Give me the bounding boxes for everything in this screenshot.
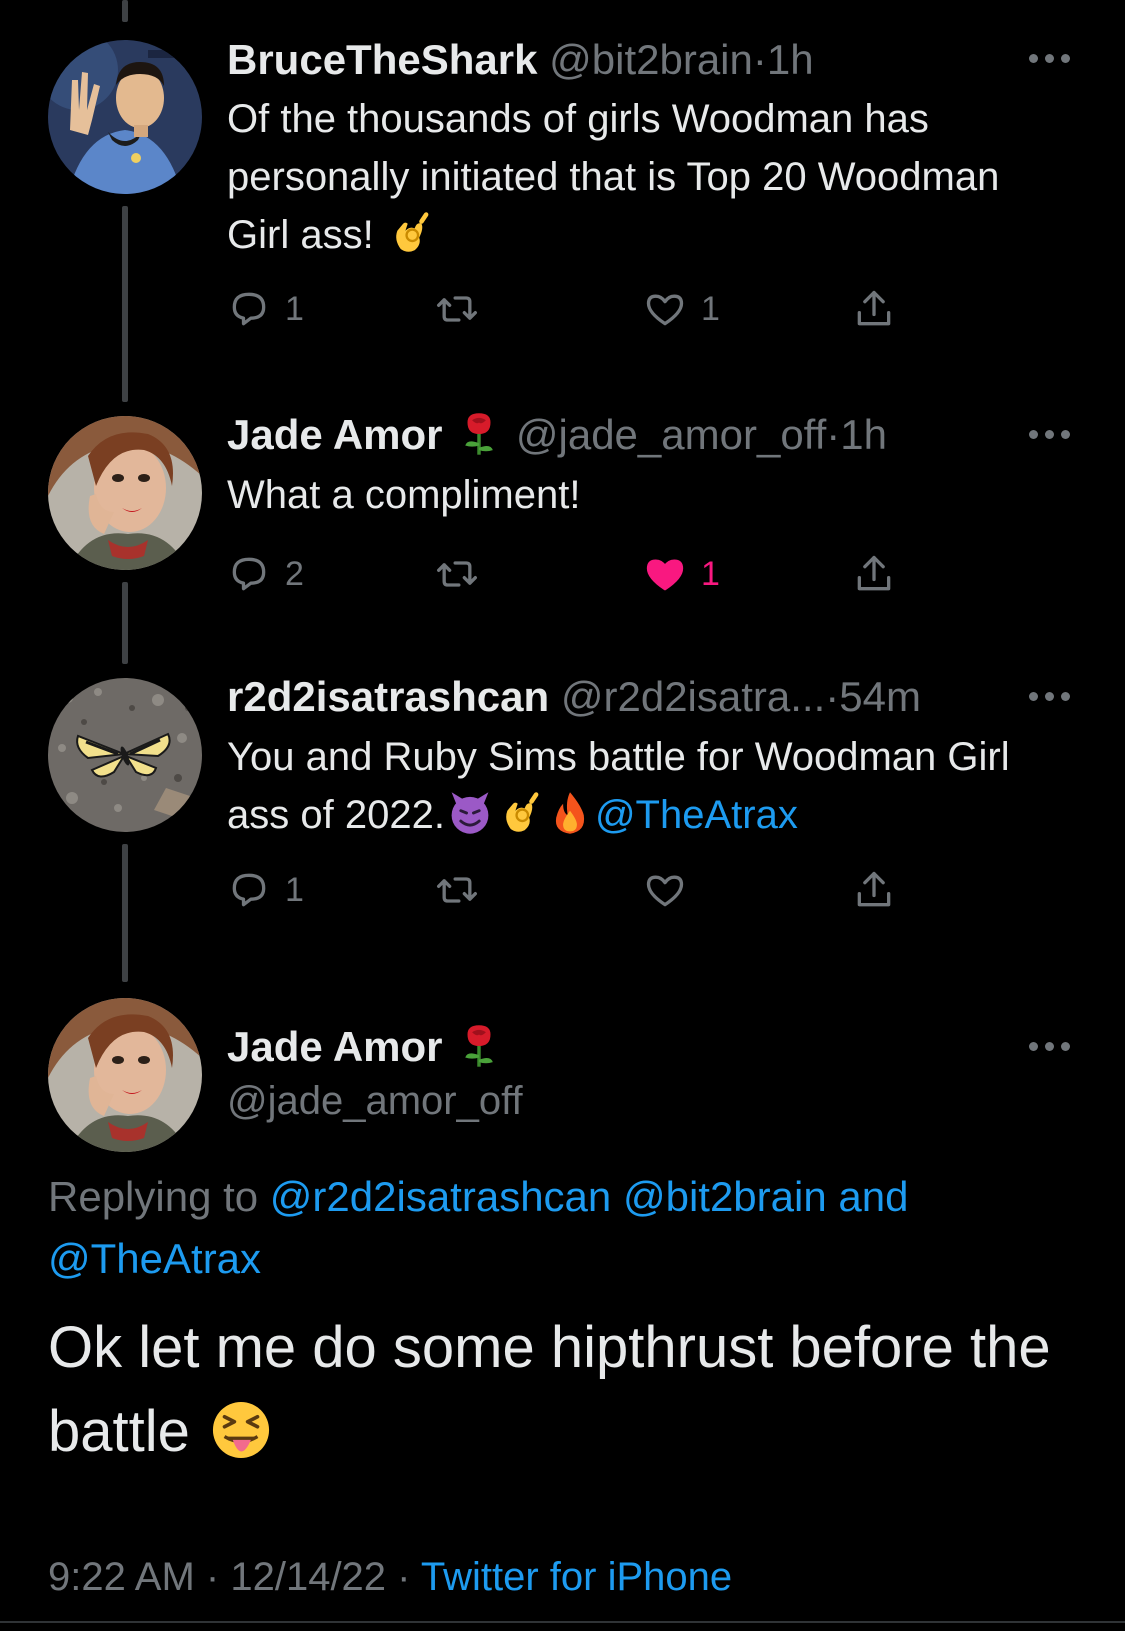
share-button[interactable] xyxy=(852,866,896,914)
avatar[interactable] xyxy=(48,998,202,1152)
meta-separator: · xyxy=(752,36,767,83)
reply-button[interactable]: 2 xyxy=(227,550,304,598)
smiling-imp-emoji xyxy=(447,790,493,836)
share-button[interactable] xyxy=(852,550,896,598)
reply-button[interactable]: 1 xyxy=(227,866,304,914)
more-options-icon[interactable] xyxy=(1027,426,1073,442)
avatar-jade-image xyxy=(48,416,202,570)
thread-connector-3 xyxy=(122,844,128,982)
mention-link[interactable]: @r2d2isatrashcan xyxy=(270,1173,611,1220)
action-bar: 1 xyxy=(227,866,947,914)
share-icon xyxy=(857,290,891,326)
avatar[interactable] xyxy=(48,416,202,570)
avatar-spock-image xyxy=(48,40,202,194)
ok-hand-emoji xyxy=(387,210,433,256)
tweet-body: What a compliment! xyxy=(227,473,581,517)
reply-count: 2 xyxy=(285,554,304,593)
replying-prefix: Replying to xyxy=(48,1173,259,1220)
rose-emoji xyxy=(456,1023,502,1069)
reply-header: r2d2isatrashcan @r2d2isatra...·54m xyxy=(227,672,921,722)
reply-icon xyxy=(232,557,266,591)
replying-to: Replying to @r2d2isatrashcan @bit2brain … xyxy=(48,1166,1068,1290)
like-button[interactable]: 1 xyxy=(643,285,720,333)
squinting-face-with-tongue-emoji xyxy=(208,1397,274,1463)
retweet-icon xyxy=(437,877,477,903)
handle[interactable]: @r2d2isatra... xyxy=(561,673,825,720)
tweet-timestamp: 9:22 AM · 12/14/22 · Twitter for iPhone xyxy=(48,1552,732,1602)
handle[interactable]: @jade_amor_off xyxy=(227,1076,523,1126)
main-tweet-text: Ok let me do some hipthrust before the b… xyxy=(48,1306,1088,1474)
tweet-text: Of the thousands of girls Woodman has pe… xyxy=(227,90,1057,264)
retweet-button[interactable] xyxy=(435,285,479,333)
like-count: 1 xyxy=(701,289,720,328)
more-options-icon[interactable] xyxy=(1027,1038,1073,1054)
display-name[interactable]: Jade Amor xyxy=(227,411,443,458)
tweet-body: Ok let me do some hipthrust before the b… xyxy=(48,1315,1051,1464)
tweet-text: What a compliment! xyxy=(227,466,1057,524)
thread-connector-top xyxy=(122,0,128,22)
fire-emoji xyxy=(547,790,593,836)
avatar-butterfly-image xyxy=(48,678,202,832)
action-bar: 1 1 xyxy=(227,285,947,333)
action-bar: 2 1 xyxy=(227,550,947,598)
meta-separator: · xyxy=(826,411,841,458)
ok-hand-emoji xyxy=(497,790,543,836)
reply-icon xyxy=(232,873,266,907)
like-button[interactable]: 1 xyxy=(643,550,720,598)
timestamp[interactable]: 1h xyxy=(840,411,887,458)
timestamp[interactable]: 54m xyxy=(839,673,921,720)
main-name-line: Jade Amor xyxy=(227,1022,504,1072)
more-options-icon[interactable] xyxy=(1027,688,1073,704)
handle[interactable]: @bit2brain xyxy=(549,36,753,83)
thread-connector-1 xyxy=(122,206,128,402)
like-count: 1 xyxy=(701,554,720,593)
divider xyxy=(0,1621,1125,1623)
reply-header: Jade Amor @jade_amor_off·1h xyxy=(227,410,887,460)
handle[interactable]: @jade_amor_off xyxy=(516,411,826,458)
heart-outline-icon xyxy=(646,294,684,326)
mention-link[interactable]: @TheAtrax xyxy=(595,793,798,837)
share-button[interactable] xyxy=(852,285,896,333)
retweet-icon xyxy=(437,296,477,322)
tweet-text: You and Ruby Sims battle for Woodman Gir… xyxy=(227,728,1057,844)
reply-count: 1 xyxy=(285,289,304,328)
retweet-button[interactable] xyxy=(435,550,479,598)
source-link[interactable]: Twitter for iPhone xyxy=(421,1555,732,1599)
meta-separator: · xyxy=(205,1555,220,1599)
display-name[interactable]: Jade Amor xyxy=(227,1023,443,1070)
mention-link[interactable]: @TheAtrax xyxy=(48,1235,261,1282)
post-date[interactable]: 12/14/22 xyxy=(230,1555,386,1599)
thread-connector-2 xyxy=(122,582,128,664)
retweet-icon xyxy=(437,561,477,587)
avatar[interactable] xyxy=(48,40,202,194)
avatar[interactable] xyxy=(48,678,202,832)
rose-emoji xyxy=(456,411,502,457)
like-button[interactable] xyxy=(643,866,687,914)
more-options-icon[interactable] xyxy=(1027,50,1073,66)
meta-separator: · xyxy=(825,673,840,720)
mention-link[interactable]: @bit2brain xyxy=(623,1173,827,1220)
reply-header: BruceTheShark @bit2brain·1h xyxy=(227,35,814,85)
heart-outline-icon xyxy=(646,875,684,907)
meta-separator: · xyxy=(397,1555,411,1599)
heart-filled-icon xyxy=(646,559,684,591)
reply-button[interactable]: 1 xyxy=(227,285,304,333)
avatar-jade-image xyxy=(48,998,202,1152)
retweet-button[interactable] xyxy=(435,866,479,914)
post-time[interactable]: 9:22 AM xyxy=(48,1555,195,1599)
timestamp[interactable]: 1h xyxy=(767,36,814,83)
reply-count: 1 xyxy=(285,870,304,909)
share-icon xyxy=(857,871,891,907)
reply-icon xyxy=(232,292,266,326)
display-name[interactable]: BruceTheShark xyxy=(227,36,537,83)
share-icon xyxy=(857,555,891,591)
tweet-body: Of the thousands of girls Woodman has pe… xyxy=(227,97,1000,257)
replying-and[interactable]: and xyxy=(838,1173,908,1220)
display-name[interactable]: r2d2isatrashcan xyxy=(227,673,549,720)
